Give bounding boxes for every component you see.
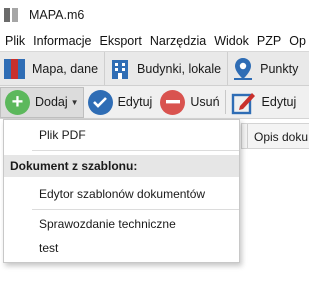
toolbar: + Dodaj ▼ Edytuj Usuń Edytuj xyxy=(0,86,309,119)
location-pin-icon xyxy=(232,57,254,81)
menu-widok[interactable]: Widok xyxy=(210,34,253,48)
module-buildings-label: Budynki, lokale xyxy=(137,61,222,76)
menu-item-template-editor[interactable]: Edytor szablonów dokumentów xyxy=(4,183,239,205)
menu-more[interactable]: Op xyxy=(285,34,309,48)
delete-button-label: Usuń xyxy=(190,95,220,109)
module-map-data-button[interactable]: Mapa, dane xyxy=(0,52,106,85)
menu-item-test[interactable]: test xyxy=(4,237,239,259)
menu-informacje[interactable]: Informacje xyxy=(29,34,95,48)
edit-document-button[interactable]: Edytuj xyxy=(227,87,301,118)
menu-plik[interactable]: Plik xyxy=(0,34,29,48)
toolbar-separator xyxy=(224,90,226,114)
menu-bar: Plik Informacje Eksport Narzędzia Widok … xyxy=(0,30,309,51)
module-bar: Mapa, dane Budynki, lokale Punkty xyxy=(0,51,309,86)
minus-icon xyxy=(160,89,186,115)
menu-item-pdf[interactable]: Plik PDF xyxy=(4,124,239,146)
map-layers-icon xyxy=(4,7,20,23)
chevron-down-icon: ▼ xyxy=(70,97,79,107)
plus-icon: + xyxy=(5,89,30,115)
add-dropdown-menu: Plik PDF Dokument z szablonu: Edytor sza… xyxy=(3,119,240,263)
module-map-data-label: Mapa, dane xyxy=(32,61,99,76)
menu-eksport[interactable]: Eksport xyxy=(96,34,146,48)
grid-column-header[interactable]: Opis doku xyxy=(241,123,309,149)
delete-button[interactable]: Usuń xyxy=(156,87,223,118)
column-header-description: Opis doku xyxy=(254,130,309,144)
window-title: MAPA.m6 xyxy=(29,8,85,22)
menu-divider xyxy=(32,150,239,151)
edit-document-icon xyxy=(231,89,257,115)
building-icon xyxy=(109,58,131,80)
menu-section-header: Dokument z szablonu: xyxy=(4,155,239,177)
menu-item-technical-report[interactable]: Sprawozdanie techniczne xyxy=(4,213,239,235)
title-bar: MAPA.m6 xyxy=(0,0,309,30)
edit-button[interactable]: Edytuj xyxy=(84,87,157,118)
add-button[interactable]: + Dodaj ▼ xyxy=(0,86,84,118)
menu-divider xyxy=(32,209,239,210)
module-points-button[interactable]: Punkty xyxy=(228,52,304,85)
module-points-label: Punkty xyxy=(260,61,299,76)
map-icon xyxy=(4,58,26,79)
edit-document-label: Edytuj xyxy=(261,95,297,109)
add-button-label: Dodaj xyxy=(35,95,68,109)
module-buildings-button[interactable]: Budynki, lokale xyxy=(105,52,229,85)
column-divider xyxy=(247,124,248,148)
menu-pzp[interactable]: PZP xyxy=(253,34,285,48)
checkmark-icon xyxy=(87,89,113,115)
menu-narzedzia[interactable]: Narzędzia xyxy=(146,34,210,48)
edit-button-label: Edytuj xyxy=(117,95,153,109)
